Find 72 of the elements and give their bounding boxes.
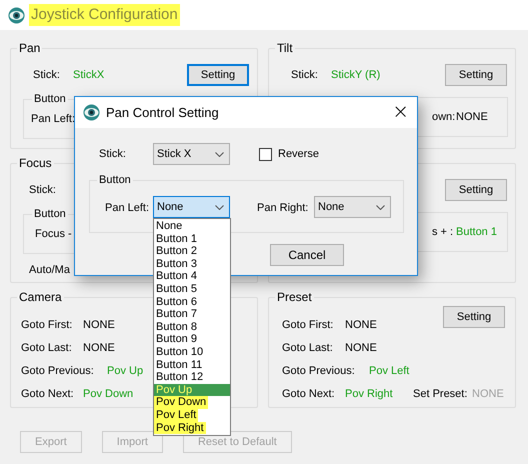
group-title: Tilt <box>275 41 295 55</box>
group-title: Pan <box>17 41 42 55</box>
dropdown-item[interactable]: Button 11 <box>154 358 230 372</box>
field-value: NONE <box>472 387 504 401</box>
group-title: Camera <box>17 290 64 304</box>
field-value: NONE <box>456 110 488 124</box>
field-label: Set Preset: <box>413 387 468 401</box>
dropdown-item[interactable]: Button 5 <box>154 282 230 296</box>
field-label: Pan Left: <box>105 201 150 215</box>
field-label: Focus - <box>35 227 72 241</box>
dropdown-item[interactable]: Pov Down <box>154 396 208 409</box>
setting-button[interactable]: Setting <box>445 64 507 86</box>
field-label: Goto Last: <box>21 341 72 355</box>
dropdown-item[interactable]: Button 10 <box>154 346 230 359</box>
field-label: Goto Next: <box>282 387 335 401</box>
dropdown-item[interactable]: Button 4 <box>154 270 230 283</box>
group-title: Preset <box>275 290 314 304</box>
eye-icon <box>8 6 25 24</box>
stick-dropdown[interactable]: Stick X <box>153 143 230 165</box>
pan-right-dropdown[interactable]: None <box>314 196 391 218</box>
field-label: Stick: <box>29 183 56 197</box>
dropdown-item[interactable]: None <box>154 220 230 233</box>
field-label: Auto/Ma <box>29 263 70 277</box>
field-label: Goto First: <box>282 318 334 332</box>
field-label: Goto Last: <box>282 341 333 355</box>
field-value: NONE <box>83 341 115 355</box>
field-value: NONE <box>345 318 377 332</box>
dropdown-item[interactable]: Button 8 <box>154 320 230 334</box>
dropdown-item[interactable]: Button 1 <box>154 232 230 246</box>
field-value: Button 1 <box>456 225 497 239</box>
field-label: Goto Previous: <box>21 364 94 378</box>
field-label: Goto Previous: <box>282 364 355 378</box>
field-value: Pov Down <box>83 387 134 401</box>
checkbox-label: Reverse <box>278 147 319 161</box>
field-value: NONE <box>345 341 377 355</box>
group-title: Focus <box>17 156 54 170</box>
field-label: Stick: <box>99 147 126 161</box>
field-label: Pan Left: <box>31 112 76 126</box>
setting-button[interactable]: Setting <box>443 306 505 328</box>
field-value: StickY (R) <box>331 68 380 82</box>
cancel-button[interactable]: Cancel <box>270 244 344 266</box>
setting-button[interactable]: Setting <box>445 179 507 201</box>
dropdown-item[interactable]: Button 6 <box>154 296 230 308</box>
setting-button[interactable]: Setting <box>187 64 249 86</box>
dropdown-item[interactable]: Button 9 <box>154 333 230 346</box>
field-value: Pov Up <box>107 364 144 378</box>
field-label: own: <box>432 110 456 124</box>
field-value: NONE <box>83 318 115 332</box>
field-label: Goto First: <box>21 318 72 332</box>
dropdown-item[interactable]: Button 3 <box>154 258 230 270</box>
chevron-icon <box>215 204 224 210</box>
dropdown-item[interactable]: Pov Left <box>154 408 198 422</box>
field-label: Stick: <box>33 68 60 82</box>
field-label: Pan Right: <box>257 201 308 215</box>
dropdown-item[interactable]: Button 7 <box>154 308 230 321</box>
dialog-title: Pan Control Setting <box>106 104 219 122</box>
field-label: Goto Next: <box>21 387 74 401</box>
checkbox[interactable] <box>259 148 272 161</box>
field-label: Stick: <box>291 68 318 82</box>
dropdown-item[interactable]: Button 2 <box>154 245 230 258</box>
window-title: Joystick Configuration <box>29 4 180 26</box>
chevron-icon <box>215 152 224 156</box>
eye-icon <box>83 104 100 121</box>
pan-left-dropdown[interactable]: None <box>153 196 230 218</box>
dropdown-item[interactable]: Button 12 <box>154 371 230 384</box>
field-value: Pov Left <box>369 364 410 378</box>
chevron-icon <box>376 204 385 210</box>
field-value: Pov Right <box>345 387 393 401</box>
close-button[interactable]: × <box>392 101 409 121</box>
field-value: StickX <box>73 68 104 82</box>
dropdown-item[interactable]: Pov Right <box>154 422 206 434</box>
field-label: s + : <box>432 225 454 239</box>
